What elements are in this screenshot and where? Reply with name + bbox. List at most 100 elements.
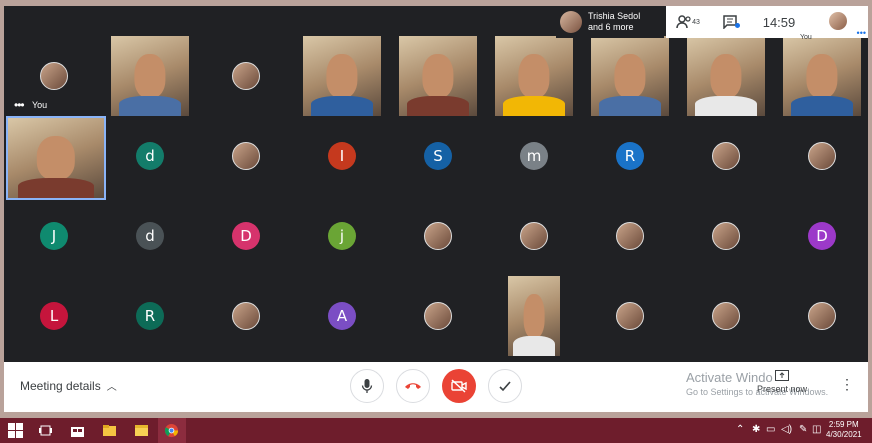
participant-photo-avatar (712, 142, 740, 170)
file-explorer-icon[interactable] (102, 423, 117, 438)
participant-video (591, 36, 669, 116)
camera-off-button[interactable] (442, 369, 476, 403)
presenter-avatar (560, 11, 582, 33)
participant-video (303, 36, 381, 116)
participant-tile[interactable] (390, 196, 486, 276)
participant-tile[interactable] (390, 276, 486, 356)
more-options-button[interactable]: ⋮ (840, 376, 854, 393)
network-icon[interactable]: ▭ (766, 424, 775, 435)
participant-tile[interactable]: R (102, 276, 198, 356)
participant-photo-avatar (808, 142, 836, 170)
participant-tile[interactable]: R (582, 116, 678, 196)
participant-face (614, 53, 646, 98)
participant-initial-avatar: A (328, 302, 356, 330)
chevron-up-icon: ︿ (106, 382, 117, 393)
store-icon[interactable] (70, 423, 85, 438)
participant-tile[interactable] (102, 36, 198, 116)
participant-tile[interactable] (198, 36, 294, 116)
participant-initial-avatar: d (136, 142, 164, 170)
participant-shirt (694, 96, 758, 116)
presenter-chip[interactable]: Trishia Sedol and 6 more (556, 6, 664, 38)
participant-shirt (17, 178, 95, 198)
sticky-notes-icon[interactable] (134, 423, 149, 438)
participant-tile[interactable] (678, 36, 774, 116)
participant-tile[interactable] (678, 276, 774, 356)
meeting-details-label: Meeting details (20, 378, 101, 393)
bottom-controls-bar: Meeting details ︿ Activate Windo Go to S… (4, 362, 868, 412)
tray-chevron-up-icon[interactable]: ⌃ (736, 424, 744, 435)
participant-tile[interactable]: D (774, 196, 868, 276)
participant-shirt (598, 96, 662, 116)
windows-start-icon[interactable] (8, 423, 23, 438)
self-more-icon[interactable]: ••• (857, 28, 866, 38)
participant-tile[interactable]: I (294, 116, 390, 196)
participant-tile[interactable] (486, 196, 582, 276)
present-screen-icon (775, 370, 789, 381)
participant-face (806, 53, 838, 98)
participant-initial-avatar: S (424, 142, 452, 170)
participant-initial-avatar: D (808, 222, 836, 250)
participant-video (111, 36, 189, 116)
present-now-label: Present now (756, 384, 808, 394)
participant-tile[interactable]: A (294, 276, 390, 356)
meeting-details-button[interactable]: Meeting details ︿ (20, 378, 117, 394)
people-icon (676, 15, 691, 29)
participant-tile[interactable]: S (390, 116, 486, 196)
presenter-more: and 6 more (588, 22, 634, 32)
participant-tile[interactable] (486, 36, 582, 116)
participant-shirt (118, 96, 182, 116)
participant-tile[interactable]: j (294, 196, 390, 276)
participant-shirt (502, 96, 566, 116)
end-call-button[interactable] (396, 369, 430, 403)
participant-photo-avatar (712, 222, 740, 250)
participant-shirt (513, 336, 555, 356)
participant-video (783, 36, 861, 116)
self-tile-label: You (32, 100, 48, 110)
taskbar-date: 4/30/2021 (826, 430, 862, 439)
participant-tile[interactable] (6, 116, 106, 200)
extension-check-button[interactable] (488, 369, 522, 403)
self-more-options-icon[interactable]: ••• (14, 98, 25, 112)
taskbar-clock[interactable]: 2:59 PM 4/30/2021 (826, 420, 862, 440)
participant-tile[interactable] (774, 36, 868, 116)
participant-tile[interactable] (198, 116, 294, 196)
participant-tile[interactable]: L (6, 276, 102, 356)
checkmark-icon (499, 381, 511, 392)
participant-photo-avatar (232, 62, 260, 90)
participant-tile[interactable] (582, 36, 678, 116)
microphone-button[interactable] (350, 369, 384, 403)
self-preview[interactable]: You ••• (800, 12, 868, 41)
participant-tile[interactable] (198, 276, 294, 356)
pen-icon[interactable]: ✎ (799, 424, 807, 435)
participant-tile[interactable]: D (198, 196, 294, 276)
volume-icon[interactable]: ◁) (781, 424, 792, 435)
present-now-button[interactable]: Present now (756, 370, 808, 394)
top-bar: Trishia Sedol and 6 more 43 14:59 You ••… (556, 6, 868, 41)
participant-tile[interactable] (294, 36, 390, 116)
chat-button[interactable] (710, 15, 750, 29)
participant-tile[interactable] (582, 276, 678, 356)
meeting-time: 14:59 (762, 14, 796, 30)
participant-tile[interactable]: d (102, 196, 198, 276)
chrome-taskbar-button[interactable] (158, 418, 186, 443)
participant-tile[interactable] (678, 196, 774, 276)
microphone-icon (361, 379, 373, 393)
participant-tile[interactable] (774, 116, 868, 196)
participant-initial-avatar: J (40, 222, 68, 250)
participant-photo-avatar (616, 222, 644, 250)
participant-face (326, 53, 358, 98)
participant-tile[interactable]: d (102, 116, 198, 196)
participant-tile[interactable] (486, 276, 582, 356)
bluetooth-icon[interactable]: ✱ (752, 424, 760, 435)
participant-tile[interactable] (774, 276, 868, 356)
participant-tile[interactable]: m (486, 116, 582, 196)
task-view-icon[interactable] (38, 423, 53, 438)
participant-shirt (310, 96, 374, 116)
participant-initial-avatar: R (616, 142, 644, 170)
participant-tile[interactable] (390, 36, 486, 116)
participant-tile[interactable]: J (6, 196, 102, 276)
participant-tile[interactable] (678, 116, 774, 196)
language-icon[interactable]: ◫ (812, 424, 821, 435)
people-button[interactable]: 43 (666, 15, 710, 29)
participant-tile[interactable] (582, 196, 678, 276)
